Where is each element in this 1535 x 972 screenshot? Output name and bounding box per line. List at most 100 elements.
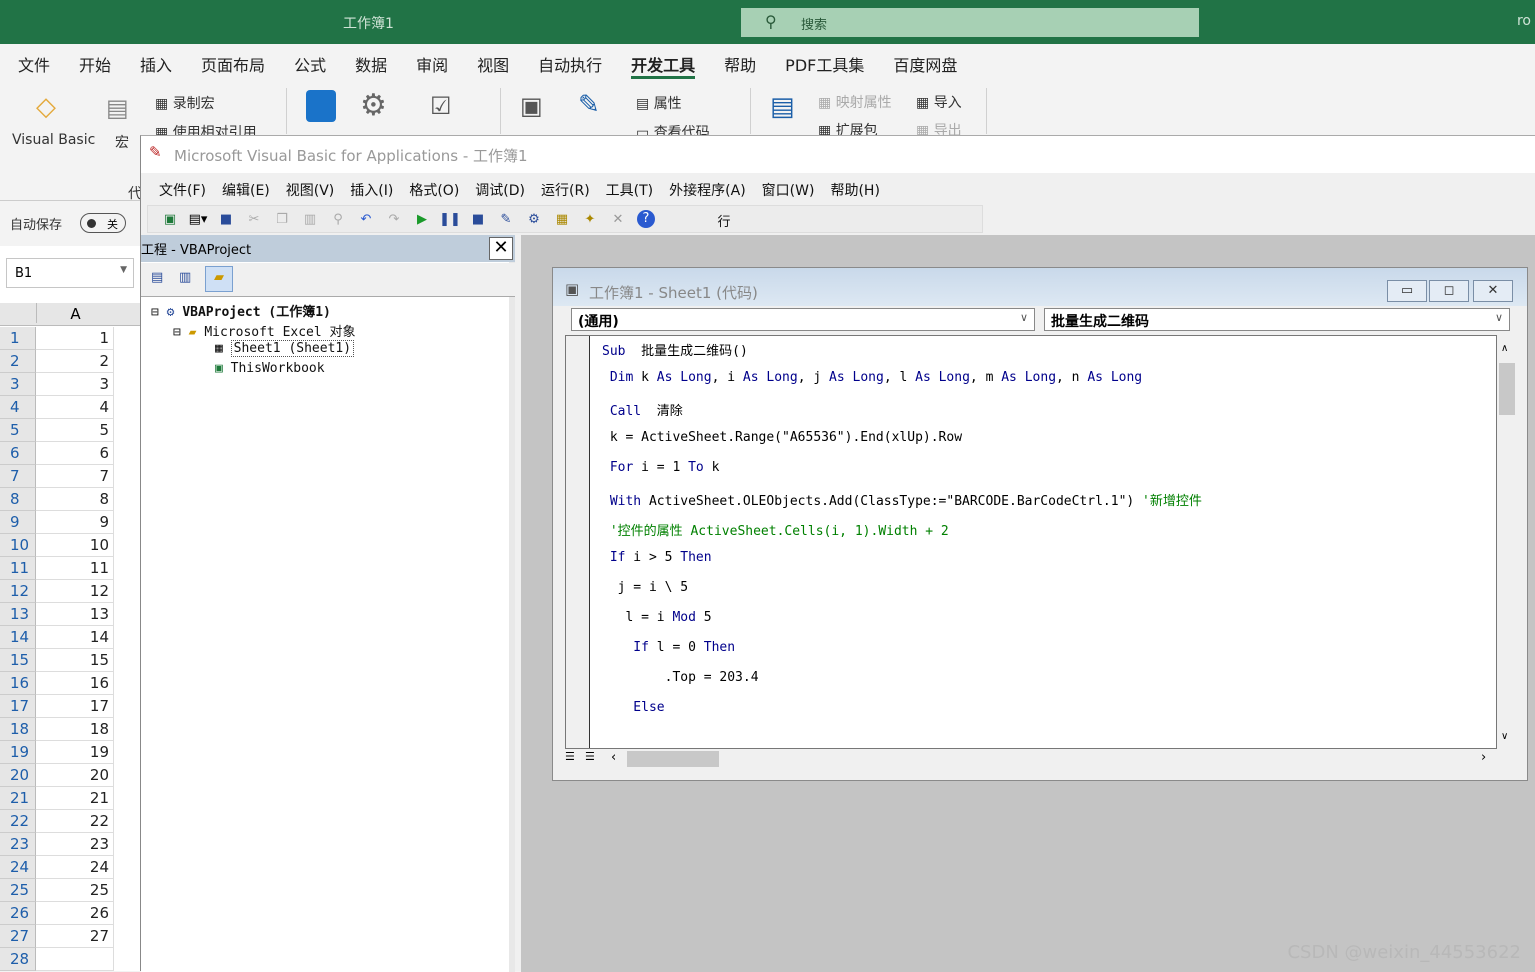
search-box[interactable]: ⚲ 搜索 bbox=[741, 8, 1199, 37]
map-properties-button[interactable]: ▦ 映射属性 bbox=[818, 92, 892, 112]
chevron-down-icon[interactable]: ▼ bbox=[120, 265, 127, 275]
cell[interactable] bbox=[36, 948, 114, 971]
row-header[interactable]: 17 bbox=[0, 695, 36, 718]
save-icon[interactable]: ■ bbox=[212, 212, 240, 227]
cell[interactable]: 9 bbox=[36, 511, 114, 534]
properties-window-icon[interactable]: ▦ bbox=[548, 212, 576, 227]
cell[interactable]: 2 bbox=[36, 350, 114, 373]
undo-icon[interactable]: ↶ bbox=[352, 212, 380, 227]
cell[interactable]: 6 bbox=[36, 442, 114, 465]
row-header[interactable]: 19 bbox=[0, 741, 36, 764]
procedure-dropdown[interactable]: 批量生成二维码 ∨ bbox=[1044, 308, 1510, 331]
cell[interactable]: 17 bbox=[36, 695, 114, 718]
tree-item-sheet1[interactable]: ▦ Sheet1 (Sheet1) bbox=[215, 340, 355, 357]
toolbox-icon[interactable]: ✕ bbox=[604, 212, 632, 227]
toggle-folders-icon[interactable]: ▰ bbox=[205, 266, 233, 292]
paste-icon[interactable]: ▥ bbox=[296, 212, 324, 227]
row-header[interactable]: 26 bbox=[0, 902, 36, 925]
record-macro-button[interactable]: ▦ 录制宏 bbox=[155, 93, 215, 113]
visual-basic-button[interactable]: Visual Basic bbox=[12, 132, 95, 148]
row-header[interactable]: 13 bbox=[0, 603, 36, 626]
cell[interactable]: 7 bbox=[36, 465, 114, 488]
row-header[interactable]: 25 bbox=[0, 879, 36, 902]
ribbon-tab[interactable]: 开发工具 bbox=[631, 44, 696, 79]
close-icon[interactable]: ✕ bbox=[489, 237, 513, 260]
cell[interactable]: 21 bbox=[36, 787, 114, 810]
row-header[interactable]: 7 bbox=[0, 465, 36, 488]
ribbon-tab[interactable]: 页面布局 bbox=[201, 44, 265, 80]
row-header[interactable]: 9 bbox=[0, 511, 36, 534]
cell[interactable]: 1 bbox=[36, 327, 114, 350]
row-header[interactable]: 15 bbox=[0, 649, 36, 672]
tree-item-thisworkbook[interactable]: ▣ ThisWorkbook bbox=[215, 361, 325, 376]
cell[interactable]: 24 bbox=[36, 856, 114, 879]
scroll-right-icon[interactable]: › bbox=[1481, 750, 1486, 765]
view-object-icon[interactable]: ▥ bbox=[179, 270, 191, 285]
row-header[interactable]: 4 bbox=[0, 396, 36, 419]
row-header[interactable]: 5 bbox=[0, 419, 36, 442]
code-editor[interactable]: Sub 批量生成二维码() Dim k As Long, i As Long, … bbox=[565, 335, 1497, 749]
scroll-thumb[interactable] bbox=[627, 751, 719, 767]
row-header[interactable]: 14 bbox=[0, 626, 36, 649]
row-header[interactable]: 10 bbox=[0, 534, 36, 557]
close-button[interactable]: ✕ bbox=[1473, 280, 1513, 302]
com-addins-gear-icon[interactable]: ⚙ bbox=[360, 88, 387, 123]
vbe-menu-item[interactable]: 外接程序(A) bbox=[669, 180, 746, 203]
tree-item-vbaproject[interactable]: ⊟ ⚙ VBAProject (工作簿1) bbox=[151, 301, 331, 320]
column-header-a[interactable]: A bbox=[36, 303, 114, 323]
vbe-menu-item[interactable]: 调试(D) bbox=[475, 180, 525, 203]
object-browser-icon[interactable]: ✦ bbox=[576, 212, 604, 227]
name-box[interactable]: B1 ▼ bbox=[6, 258, 134, 288]
cell[interactable]: 8 bbox=[36, 488, 114, 511]
row-header[interactable]: 11 bbox=[0, 557, 36, 580]
tree-item-excel-objects[interactable]: ⊟ ▰ Microsoft Excel 对象 bbox=[173, 321, 356, 340]
cell[interactable]: 11 bbox=[36, 557, 114, 580]
ribbon-tab[interactable]: 开始 bbox=[79, 44, 111, 80]
row-header[interactable]: 8 bbox=[0, 488, 36, 511]
project-explorer-icon[interactable]: ⚙ bbox=[520, 212, 548, 227]
row-header[interactable]: 18 bbox=[0, 718, 36, 741]
cell[interactable]: 19 bbox=[36, 741, 114, 764]
run-icon[interactable]: ▶ bbox=[408, 212, 436, 227]
cell[interactable]: 26 bbox=[36, 902, 114, 925]
design-mode-icon[interactable]: ✎ bbox=[492, 212, 520, 227]
pause-icon[interactable]: ❚❚ bbox=[436, 212, 464, 227]
redo-icon[interactable]: ↷ bbox=[380, 212, 408, 227]
ribbon-tab[interactable]: 插入 bbox=[140, 44, 172, 80]
cell[interactable]: 23 bbox=[36, 833, 114, 856]
cell[interactable]: 20 bbox=[36, 764, 114, 787]
vbe-menu-item[interactable]: 编辑(E) bbox=[222, 180, 270, 203]
row-header[interactable]: 2 bbox=[0, 350, 36, 373]
ribbon-tab[interactable]: 数据 bbox=[355, 44, 387, 80]
scroll-up-icon[interactable]: ∧ bbox=[1501, 343, 1508, 354]
cell[interactable]: 12 bbox=[36, 580, 114, 603]
cell[interactable]: 18 bbox=[36, 718, 114, 741]
cell[interactable]: 25 bbox=[36, 879, 114, 902]
copy-icon[interactable]: ❐ bbox=[268, 212, 296, 227]
cell[interactable]: 16 bbox=[36, 672, 114, 695]
ribbon-tab[interactable]: 百度网盘 bbox=[893, 44, 957, 80]
ribbon-tab[interactable]: 视图 bbox=[477, 44, 509, 80]
vbe-menu-item[interactable]: 工具(T) bbox=[606, 180, 653, 203]
import-button[interactable]: ▦ 导入 bbox=[916, 92, 962, 112]
horizontal-scrollbar[interactable]: ☰ ☰ ‹ › bbox=[565, 749, 1517, 769]
properties-button[interactable]: ▤ 属性 bbox=[636, 93, 682, 113]
full-module-view-icon[interactable]: ☰ bbox=[585, 750, 595, 763]
insert-userform-icon[interactable]: ▤▾ bbox=[184, 212, 212, 227]
row-header[interactable]: 27 bbox=[0, 925, 36, 948]
vbe-menu-item[interactable]: 运行(R) bbox=[541, 180, 590, 203]
object-dropdown[interactable]: (通用) ∨ bbox=[571, 308, 1035, 331]
row-header[interactable]: 12 bbox=[0, 580, 36, 603]
vbe-menu-item[interactable]: 文件(F) bbox=[159, 180, 206, 203]
cell[interactable]: 3 bbox=[36, 373, 114, 396]
help-icon[interactable]: ? bbox=[637, 210, 655, 228]
vbe-menu-item[interactable]: 插入(I) bbox=[350, 180, 393, 203]
design-mode-icon[interactable]: ✎ bbox=[578, 90, 600, 120]
scroll-down-icon[interactable]: ∨ bbox=[1501, 731, 1508, 742]
row-header[interactable]: 3 bbox=[0, 373, 36, 396]
cell[interactable]: 15 bbox=[36, 649, 114, 672]
cell[interactable]: 5 bbox=[36, 419, 114, 442]
row-header[interactable]: 16 bbox=[0, 672, 36, 695]
scroll-thumb[interactable] bbox=[1499, 363, 1515, 415]
vertical-scrollbar[interactable]: ∧ ∨ bbox=[1497, 335, 1517, 749]
